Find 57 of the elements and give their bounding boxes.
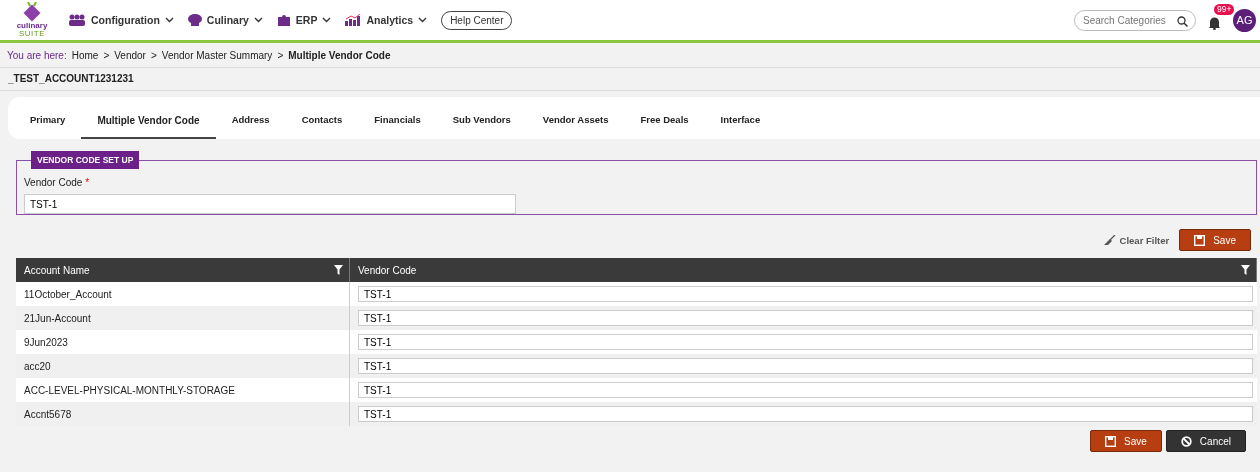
nav-menu[interactable]: Culinary (187, 14, 263, 26)
filter-icon[interactable] (1241, 265, 1250, 275)
tab[interactable]: Interface (704, 114, 777, 139)
help-center-button[interactable]: Help Center (441, 10, 513, 30)
nav-menu[interactable]: Configuration (68, 14, 174, 26)
vendor-code-input[interactable]: TST-1 (358, 358, 1253, 374)
breadcrumb-separator: > (150, 49, 157, 61)
field-label: Vendor Code (24, 177, 83, 188)
nav-menu[interactable]: Analytics (345, 14, 428, 26)
chevron-down-icon (164, 17, 174, 23)
tab[interactable]: Contacts (285, 114, 359, 139)
chevron-down-icon (322, 17, 332, 23)
logo-tagline: SUITE (18, 29, 46, 39)
nav-menu[interactable]: ERP (276, 14, 332, 26)
search-field[interactable]: Search Categories (1074, 9, 1196, 31)
required-mark: * (85, 177, 90, 188)
cancel-icon (1180, 435, 1192, 447)
tab[interactable]: Primary (14, 114, 82, 139)
account-title-bar: _TEST_ACCOUNT1231231 (0, 67, 1260, 91)
tab[interactable]: Sub Vendors (436, 114, 527, 139)
breadcrumb-label: You are here: (7, 49, 67, 61)
save-button[interactable]: Save (1090, 430, 1162, 452)
breadcrumb-link[interactable]: Vendor Master Summary (161, 49, 273, 61)
cancel-button[interactable]: Cancel (1165, 430, 1246, 452)
logo-text: culinary (16, 21, 48, 30)
tab[interactable]: Financials (358, 114, 437, 139)
chevron-down-icon (253, 17, 263, 23)
search-icon (1177, 15, 1188, 27)
vendor-code-input[interactable]: TST-1 (358, 334, 1253, 350)
breadcrumb-current: Multiple Vendor Code (288, 49, 391, 61)
bell-icon[interactable] (1208, 16, 1221, 30)
tab[interactable]: Multiple Vendor Code (81, 115, 216, 139)
tab[interactable]: Free Deals (624, 114, 705, 139)
chef-hat-icon (187, 14, 202, 26)
notification-badge: 99+ (1214, 4, 1235, 16)
user-avatar[interactable]: AG (1233, 8, 1256, 32)
chevron-down-icon (418, 17, 428, 23)
vendor-code-input[interactable]: TST-1 (358, 286, 1253, 302)
breadcrumb-link[interactable]: Vendor (114, 49, 146, 61)
save-button[interactable]: Save (1179, 229, 1251, 251)
breadcrumb-separator: > (103, 49, 110, 61)
vendor-code-input[interactable]: TST-1 (358, 310, 1253, 326)
bar-chart-icon (345, 14, 362, 26)
logo[interactable]: culinary SUITE (12, 1, 52, 39)
tab[interactable]: Address (215, 114, 286, 139)
breadcrumb-link[interactable]: Home (71, 49, 99, 61)
table-cell: Accnt5678 (16, 402, 350, 426)
logo-icon (21, 1, 43, 22)
breadcrumb-separator: > (277, 49, 284, 61)
vendor-code-input[interactable]: TST-1 (358, 406, 1253, 422)
clear-filter-button[interactable]: Clear Filter (1097, 233, 1176, 247)
tab[interactable]: Vendor Assets (526, 114, 625, 139)
filter-icon[interactable] (334, 265, 343, 275)
section-title: VENDOR CODE SET UP (31, 151, 140, 169)
vendor-code-input[interactable]: TST-1 (24, 194, 516, 214)
people-icon (68, 14, 86, 26)
vendor-code-input[interactable]: TST-1 (358, 382, 1253, 398)
